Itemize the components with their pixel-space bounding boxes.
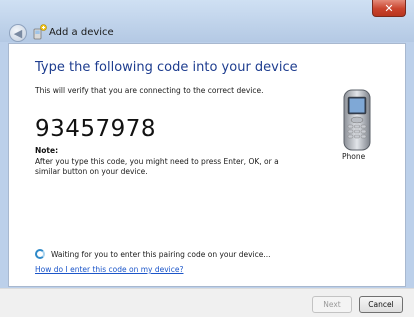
verify-description: This will verify that you are connecting… (35, 86, 264, 95)
bluetooth-device-icon (33, 24, 47, 40)
back-arrow-icon: ◀ (13, 26, 23, 40)
spinner-icon (35, 249, 45, 259)
close-button[interactable]: ✕ (372, 0, 406, 17)
add-device-window: ◀ Add a device ✕ Type the following code… (0, 0, 414, 317)
note-text: After you type this code, you might need… (35, 157, 279, 176)
device-label: Phone (342, 152, 366, 161)
close-icon: ✕ (384, 1, 394, 15)
cancel-button[interactable]: Cancel (359, 296, 403, 313)
button-bar: Next Cancel (0, 288, 414, 317)
next-button[interactable]: Next (312, 296, 352, 313)
waiting-text: Waiting for you to enter this pairing co… (51, 249, 271, 259)
window-title: Add a device (49, 27, 114, 38)
page-heading: Type the following code into your device (35, 60, 298, 75)
waiting-status: Waiting for you to enter this pairing co… (35, 249, 271, 259)
phone-icon (343, 89, 371, 151)
help-link[interactable]: How do I enter this code on my device? (35, 265, 183, 274)
title-bar: ◀ Add a device ✕ (0, 0, 414, 42)
content-panel: Type the following code into your device… (8, 43, 406, 287)
back-button[interactable]: ◀ (9, 24, 27, 42)
pairing-code: 93457978 (35, 116, 157, 142)
note-label: Note: (35, 146, 59, 155)
